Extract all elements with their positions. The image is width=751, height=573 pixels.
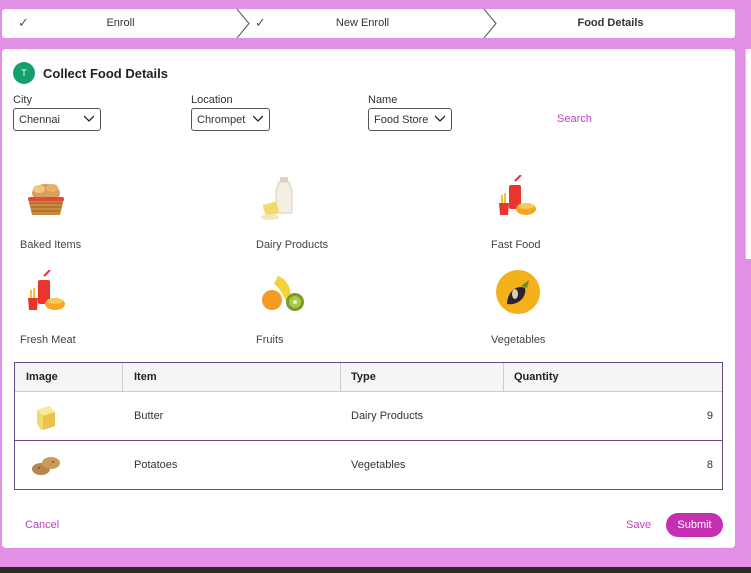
column-header-item[interactable]: Item [134,371,157,383]
item-name: Potatoes [134,459,178,471]
column-header-type[interactable]: Type [351,371,376,383]
bottom-bar [0,567,751,573]
avatar: T [13,62,35,84]
fries-soda-icon [499,175,536,215]
food-details-card: T Collect Food Details City Chennai Loca… [2,49,735,548]
category-vegetables[interactable]: Vegetables [491,270,611,350]
step-food-details[interactable]: Food Details [486,9,735,38]
search-button[interactable]: Search [557,113,592,125]
category-fruits[interactable]: Fruits [256,270,376,350]
step-label: New Enroll [335,17,390,29]
eggplant-icon [496,270,540,314]
bread-basket-icon [28,184,64,215]
cancel-button[interactable]: Cancel [25,519,59,531]
save-button[interactable]: Save [626,519,651,531]
butter-icon [37,406,55,430]
chevron-down-icon [435,115,445,122]
table-row[interactable]: Potatoes Vegetables 8 [15,441,722,490]
table-row[interactable]: Butter Dairy Products 9 [15,392,722,441]
location-dropdown[interactable]: Chrompet [191,108,270,131]
side-panel [745,49,751,259]
item-type: Dairy Products [351,410,424,422]
items-table: Image Item Type Quantity Butter Dairy Pr… [14,362,723,490]
fruits-icon [262,276,304,311]
column-divider [122,363,123,392]
column-divider [340,363,341,392]
item-name: Butter [134,410,164,422]
category-dairy-products[interactable]: Dairy Products [256,175,376,255]
city-value: Chennai [19,113,60,126]
category-label: Vegetables [491,334,546,346]
step-label: Food Details [577,17,644,29]
category-fast-food[interactable]: Fast Food [491,175,611,255]
milk-bottle-icon [261,177,293,220]
column-divider [503,363,504,392]
category-label: Fresh Meat [20,334,76,346]
category-fresh-meat[interactable]: Fresh Meat [20,270,140,350]
name-label: Name [368,94,398,106]
potatoes-icon [32,457,60,475]
step-enroll[interactable]: ✓ Enroll [2,9,250,38]
location-label: Location [191,94,233,106]
table-header: Image Item Type Quantity [15,363,722,392]
column-header-quantity[interactable]: Quantity [514,371,559,383]
step-new-enroll[interactable]: ✓ New Enroll [239,9,497,38]
step-label: Enroll [106,17,135,29]
card-header: T Collect Food Details [13,62,168,84]
stepper: ✓ Enroll ✓ New Enroll Food Details [2,9,735,38]
category-label: Baked Items [20,239,82,251]
item-type: Vegetables [351,459,406,471]
category-baked-items[interactable]: Baked Items [20,175,140,255]
city-dropdown[interactable]: Chennai [13,108,101,131]
city-label: City [13,94,32,106]
name-value: Food Store [374,113,429,126]
item-quantity: 9 [706,410,713,422]
chevron-down-icon [84,115,94,122]
fries-soda-icon [28,270,65,310]
category-label: Dairy Products [256,239,329,251]
location-value: Chrompet [197,113,246,126]
chevron-down-icon [253,115,263,122]
page-title: Collect Food Details [43,65,168,81]
submit-button[interactable]: Submit [666,513,723,537]
column-header-image[interactable]: Image [26,371,58,383]
category-label: Fruits [256,334,284,346]
category-label: Fast Food [491,239,541,251]
item-quantity: 8 [706,459,713,471]
name-dropdown[interactable]: Food Store [368,108,452,131]
